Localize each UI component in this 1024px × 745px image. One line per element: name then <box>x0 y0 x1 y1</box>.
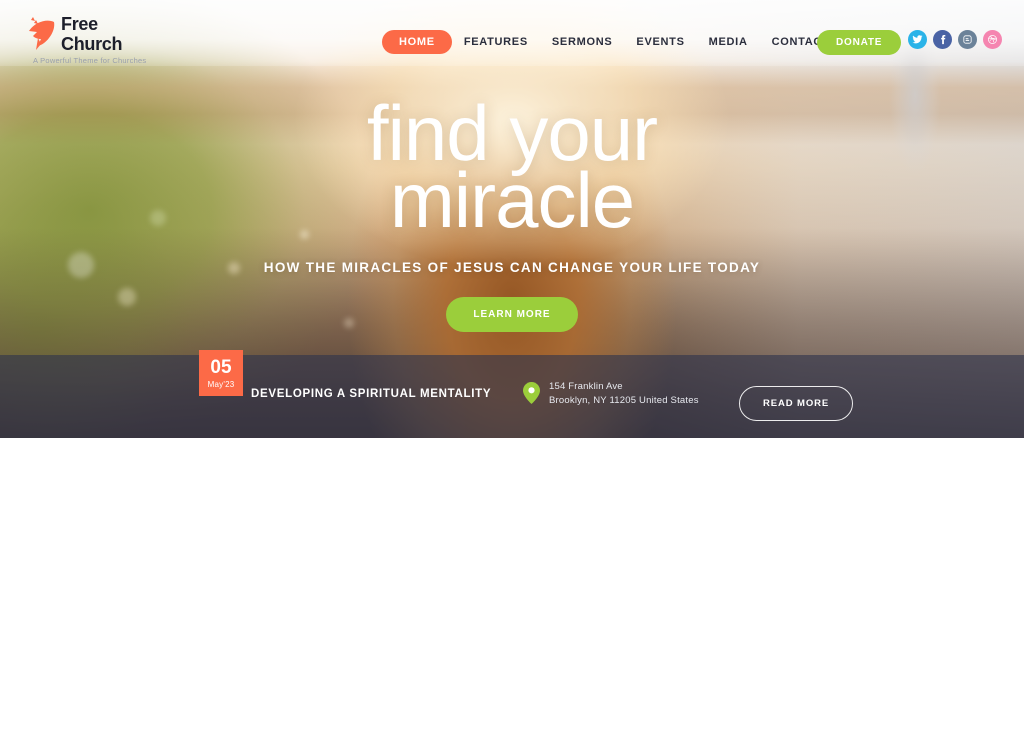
logo-line-1: Free <box>61 14 98 34</box>
hero-title-line-2: miracle <box>389 156 635 245</box>
event-month: May'23 <box>207 379 235 389</box>
blogger-icon[interactable] <box>958 30 977 49</box>
hero-title: find your miracle <box>0 94 1024 239</box>
nav-item-features[interactable]: FEATURES <box>452 30 540 54</box>
nav-item-sermons[interactable]: SERMONS <box>540 30 625 54</box>
event-address-line-2: Brooklyn, NY 11205 United States <box>549 395 699 407</box>
logo-line-2: Church <box>61 34 123 54</box>
event-address-line-1: 154 Franklin Ave <box>549 381 623 392</box>
event-date-badge: 05 May'23 <box>199 350 243 396</box>
hero-section: Free Church A Powerful Theme for Churche… <box>0 0 1024 438</box>
facebook-icon[interactable] <box>933 30 952 49</box>
hero-subtitle: HOW THE MIRACLES OF JESUS CAN CHANGE YOU… <box>263 260 761 276</box>
event-banner: 05 May'23 DEVELOPING A SPIRITUAL MENTALI… <box>0 350 1024 438</box>
dribbble-icon[interactable] <box>983 30 1002 49</box>
about-section: We are a church that believes in Jesus A… <box>0 438 1024 745</box>
site-header: Free Church A Powerful Theme for Churche… <box>0 0 1024 66</box>
main-navigation: HOME FEATURES SERMONS EVENTS MEDIA CONTA… <box>382 30 849 54</box>
logo-tagline: A Powerful Theme for Churches <box>33 56 147 65</box>
dove-logo-icon <box>29 17 55 50</box>
nav-item-home[interactable]: HOME <box>382 30 452 54</box>
nav-item-events[interactable]: EVENTS <box>624 30 696 54</box>
map-pin-icon <box>523 382 540 404</box>
site-logo[interactable]: Free Church A Powerful Theme for Churche… <box>24 12 146 65</box>
event-location: 154 Franklin Ave Brooklyn, NY 11205 Unit… <box>523 380 699 409</box>
read-more-button[interactable]: READ MORE <box>739 386 854 421</box>
donate-button[interactable]: DONATE <box>817 30 902 55</box>
nav-item-media[interactable]: MEDIA <box>697 30 760 54</box>
event-title[interactable]: DEVELOPING A SPIRITUAL MENTALITY <box>251 388 491 400</box>
event-day: 05 <box>210 356 232 378</box>
twitter-icon[interactable] <box>908 30 927 49</box>
social-links <box>908 30 1002 49</box>
learn-more-button[interactable]: LEARN MORE <box>446 297 578 333</box>
